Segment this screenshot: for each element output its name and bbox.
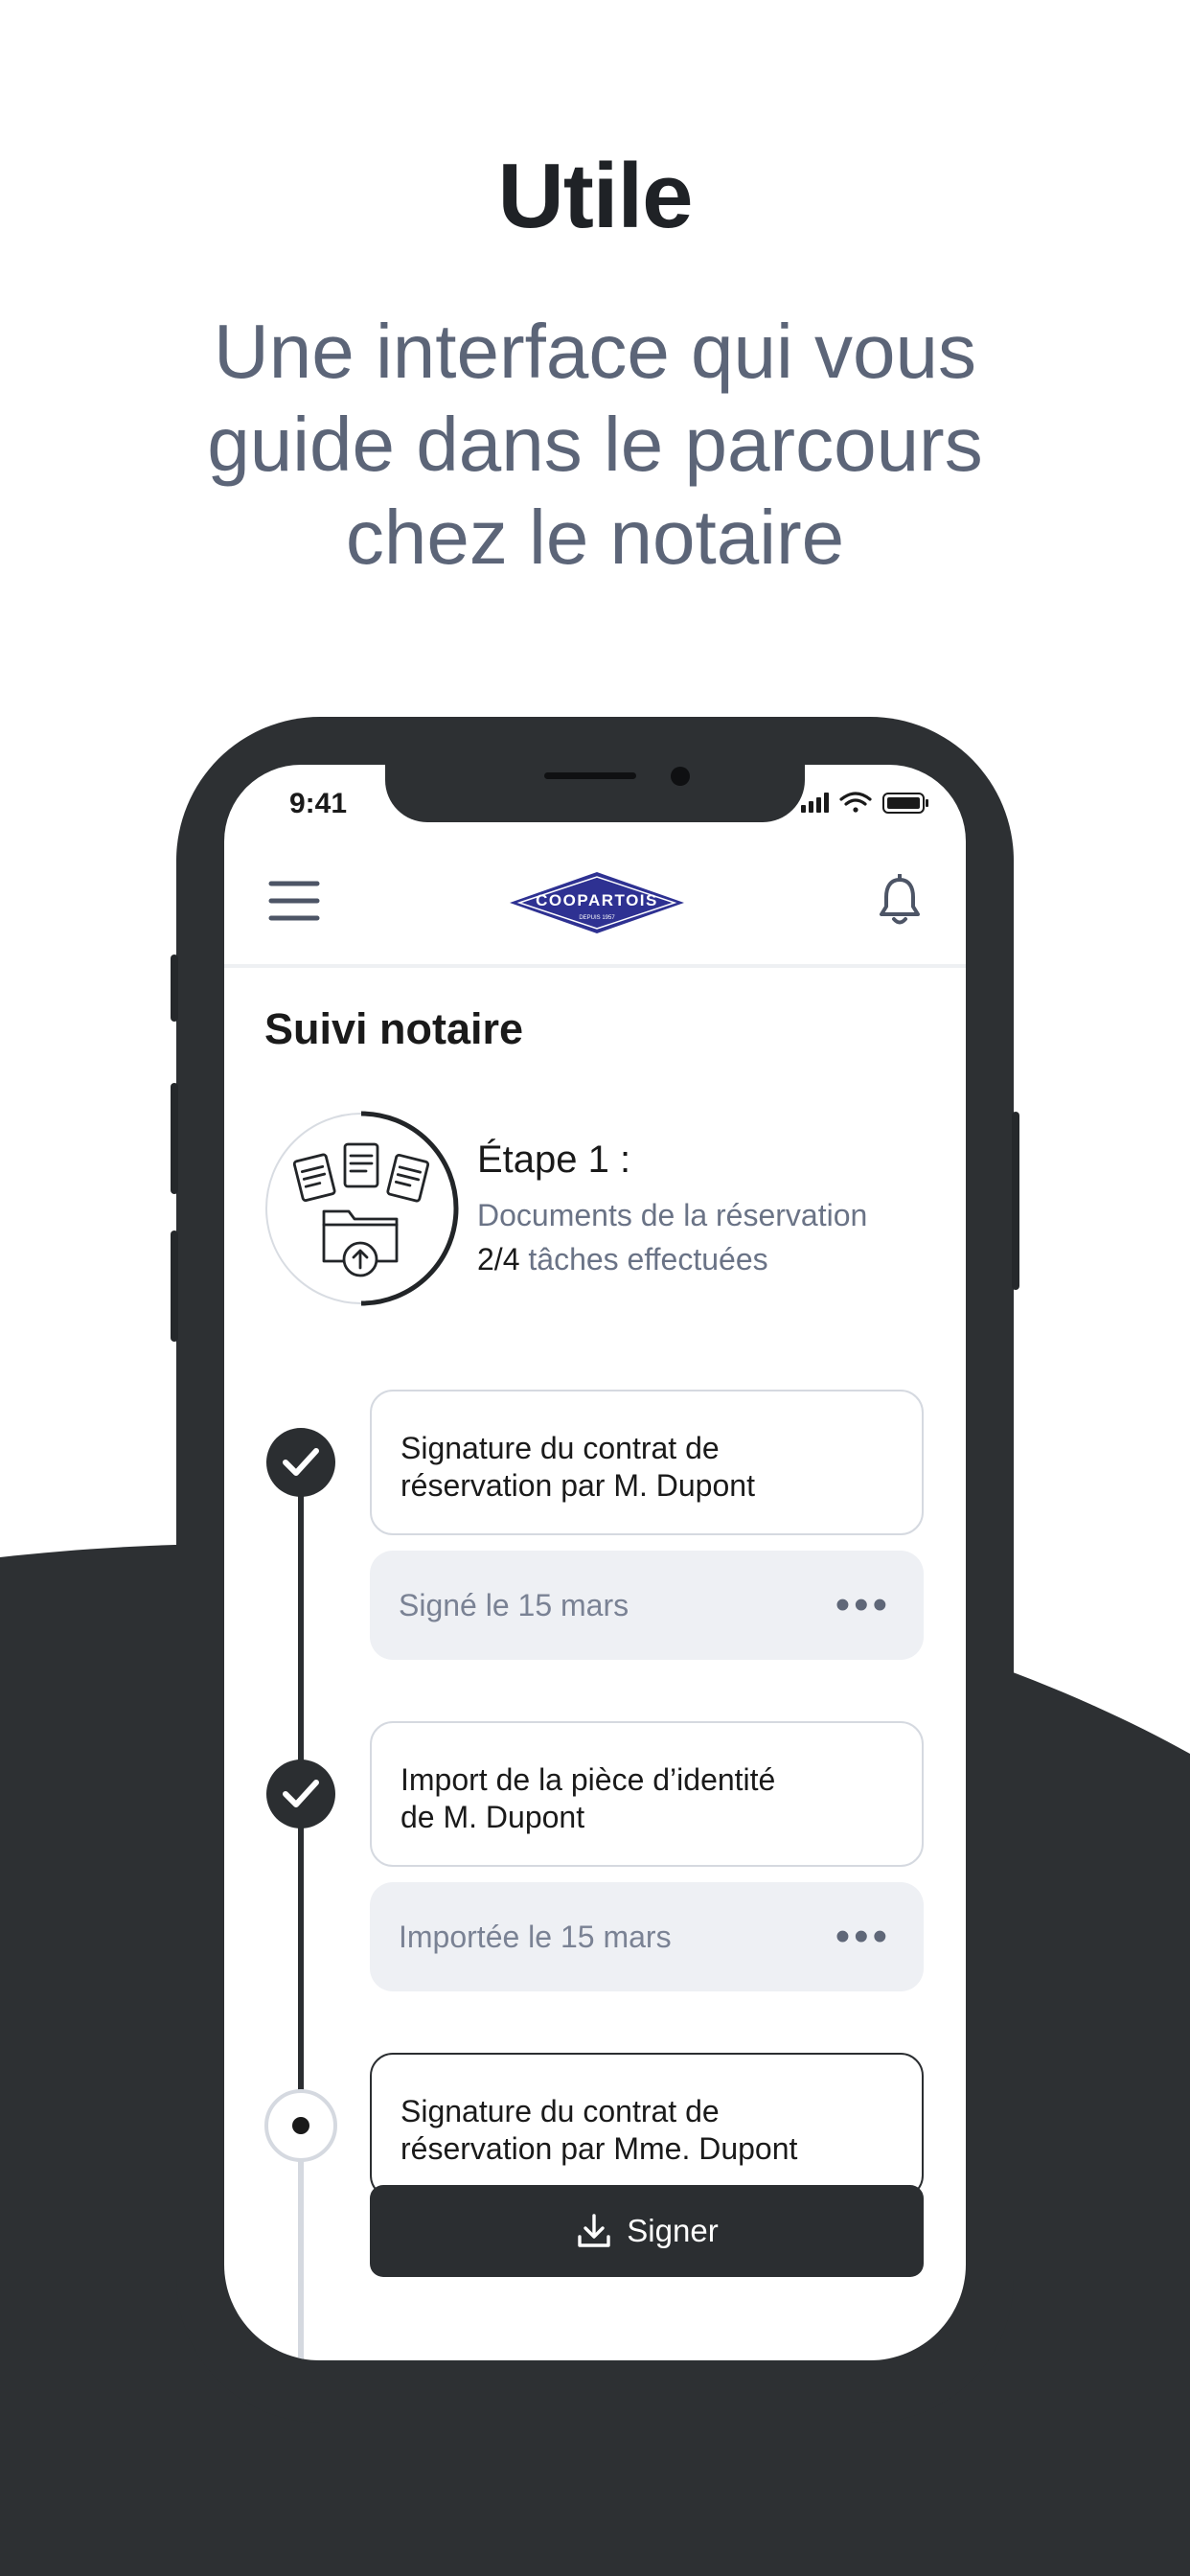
- mute-switch: [171, 954, 178, 1022]
- volume-up-button: [171, 1083, 178, 1194]
- check-icon: [266, 1760, 335, 1828]
- task-title-line: Signature du contrat de: [400, 1431, 720, 1465]
- more-icon[interactable]: •••: [835, 1882, 891, 1991]
- check-icon: [266, 1428, 335, 1497]
- subline: Une interface qui vous guide dans le par…: [207, 309, 983, 580]
- task-title-line: Signature du contrat de: [400, 2094, 720, 2128]
- task-card[interactable]: Signature du contrat de réservation par …: [370, 1390, 924, 1535]
- task-title-line: de M. Dupont: [400, 1800, 585, 1834]
- more-icon[interactable]: •••: [835, 1551, 891, 1660]
- current-step-dot: [264, 2089, 337, 2162]
- sign-button[interactable]: Signer: [370, 2185, 924, 2277]
- task-card[interactable]: Signature du contrat de réservation par …: [370, 2053, 924, 2198]
- task-title-line: réservation par M. Dupont: [400, 1468, 755, 1503]
- download-icon: [578, 2214, 610, 2247]
- task-status: Signé le 15 mars •••: [370, 1551, 924, 1660]
- task-card[interactable]: Import de la pièce d’identité de M. Dupo…: [370, 1721, 924, 1867]
- power-button: [1012, 1112, 1019, 1290]
- task-status-text: Importée le 15 mars: [399, 1920, 672, 1954]
- task-status-text: Signé le 15 mars: [399, 1588, 629, 1622]
- task-status: Importée le 15 mars •••: [370, 1882, 924, 1991]
- volume-down-button: [171, 1230, 178, 1342]
- headline: Utile: [497, 145, 693, 247]
- phone-screen: 9:41 COOPARTOIS DEPUIS 1957 Suivi notair…: [224, 765, 966, 2360]
- task-title-line: Import de la pièce d’identité: [400, 1762, 776, 1797]
- task-title-line: réservation par Mme. Dupont: [400, 2131, 798, 2166]
- phone-frame: 9:41 COOPARTOIS DEPUIS 1957 Suivi notair…: [171, 717, 1019, 2423]
- sign-button-label: Signer: [627, 2213, 719, 2248]
